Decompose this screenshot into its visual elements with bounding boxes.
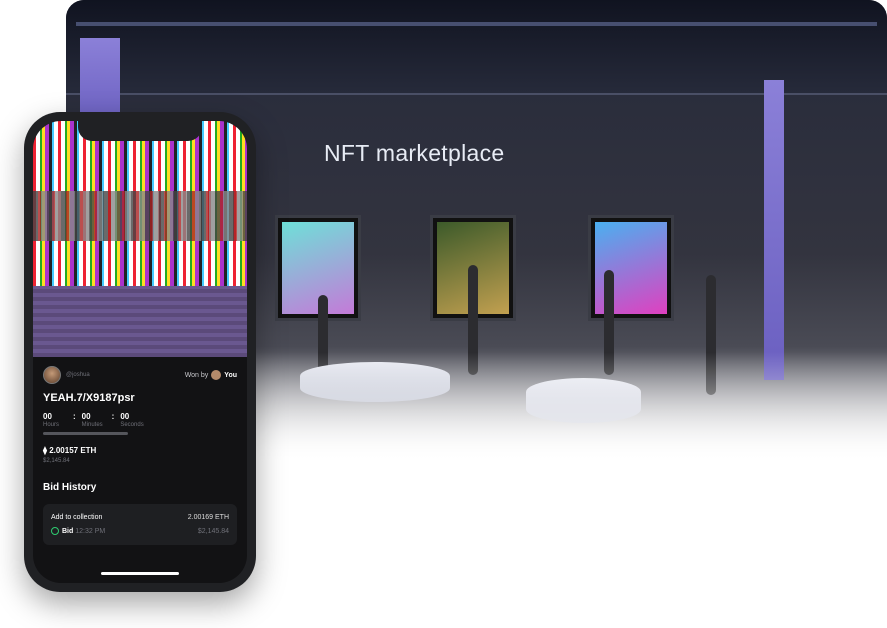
timer-hours-label: Hours (43, 422, 60, 428)
timer-progress-bar (43, 432, 128, 435)
bid-history-item[interactable]: Add to collection 2.00169 ETH Bid 12:32 P… (43, 504, 237, 545)
bid-title: Add to collection (51, 514, 103, 521)
bid-history-title: Bid History (43, 482, 97, 493)
timer-minutes-label: Minutes (81, 422, 103, 428)
artwork-frame (591, 218, 671, 318)
check-circle-icon (51, 527, 59, 535)
home-indicator (101, 572, 179, 575)
winner-avatar (211, 370, 222, 380)
phone-mockup: @joshua Won by You YEAH.7/X9187psr 00 Hour… (24, 112, 256, 592)
nft-name: YEAH.7/X9187psr (43, 392, 135, 404)
bid-amount-eth: 2.00169 ETH (187, 514, 229, 521)
timer-seconds-label: Seconds (120, 422, 144, 428)
countdown-timer: 00 Hours : 00 Minutes : 00 Seconds (43, 412, 144, 428)
bid-status: Bid (62, 527, 74, 535)
hero-title: NFT marketplace (324, 140, 505, 166)
winner-name: You (224, 371, 237, 379)
timer-minutes: 00 (81, 412, 91, 421)
phone-notch (78, 121, 202, 141)
won-by-label: Won by (184, 371, 209, 379)
bid-time: 12:32 PM (75, 527, 106, 535)
price-usd: $2,145.84 (43, 458, 70, 464)
owner-handle[interactable]: @joshua (66, 372, 90, 378)
bid-amount-usd: $2,145.84 (197, 527, 229, 535)
timer-hours: 00 (43, 412, 52, 421)
owner-avatar[interactable] (43, 366, 61, 384)
price-eth: 2.00157 ETH (49, 446, 97, 455)
phone-screen: @joshua Won by You YEAH.7/X9187psr 00 Hour… (33, 121, 247, 583)
right-window (764, 80, 784, 380)
timer-seconds: 00 (120, 412, 130, 421)
nft-artwork[interactable] (33, 121, 247, 357)
